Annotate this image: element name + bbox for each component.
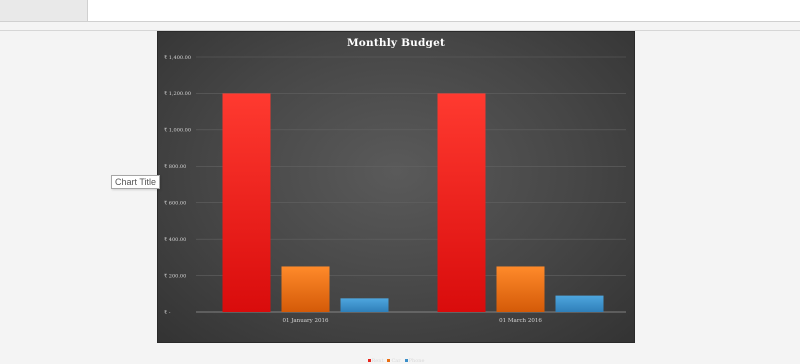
x-tick-label: 01 January 2016	[282, 318, 329, 324]
y-tick-label: ₹ 1,400.00	[164, 55, 191, 61]
chart-title-tooltip: Chart Title	[111, 175, 161, 189]
y-tick-label: ₹ 1,200.00	[164, 91, 191, 97]
y-tick-label: ₹ -	[164, 310, 171, 316]
bar-rent	[222, 93, 271, 312]
legend-item-car[interactable]: Car	[387, 358, 401, 364]
plot-area[interactable]: ₹ - ₹ 200.00 ₹ 400.00 ₹ 600.00 ₹ 800.00 ₹ 1,0…	[158, 32, 634, 342]
y-tick-label: ₹ 600.00	[164, 201, 186, 207]
legend-item-rent[interactable]: Rent	[367, 358, 384, 364]
bar-rent	[437, 93, 486, 312]
name-box[interactable]	[0, 0, 88, 22]
bar-car	[281, 266, 330, 312]
legend-label: Car	[391, 358, 401, 364]
bar-phone	[555, 295, 604, 312]
chart-area[interactable]: Monthly Budget ₹ - ₹ 200.00 ₹ 400.00 ₹ 600.…	[158, 32, 634, 364]
formula-bar-area	[0, 0, 800, 31]
legend-label: Phone	[408, 358, 425, 364]
y-tick-label: ₹ 400.00	[164, 237, 186, 243]
chart-legend[interactable]: Rent Car Phone	[158, 358, 634, 364]
legend-swatch	[387, 359, 391, 362]
bar-car	[496, 266, 545, 312]
y-tick-label: ₹ 1,000.00	[164, 128, 191, 134]
bar-phone	[340, 298, 389, 312]
legend-swatch	[367, 359, 371, 362]
legend-swatch	[404, 359, 408, 362]
y-tick-label: ₹ 200.00	[164, 273, 186, 279]
legend-item-phone[interactable]: Phone	[404, 358, 425, 364]
formula-bar-input[interactable]	[88, 0, 800, 22]
y-tick-label: ₹ 800.00	[164, 164, 186, 170]
x-tick-label: 01 March 2016	[499, 318, 542, 324]
legend-label: Rent	[371, 358, 384, 364]
